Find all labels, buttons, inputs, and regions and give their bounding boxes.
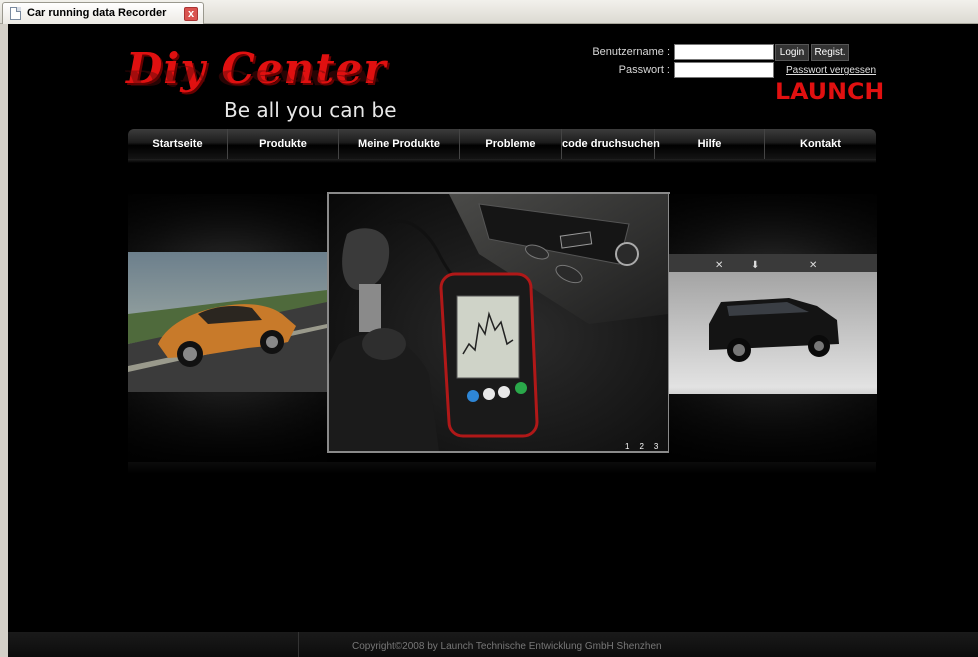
- carousel-page-2[interactable]: 2: [639, 442, 643, 451]
- username-label: Benutzername :: [592, 46, 670, 58]
- nav-item-code-druchsuchen[interactable]: code druchsuchen: [562, 129, 660, 159]
- nav-item-probleme[interactable]: Probleme: [460, 129, 562, 159]
- tab-title: Car running data Recorder: [27, 7, 167, 19]
- suv-image: ✕ ⬇ ✕: [669, 194, 877, 462]
- password-input[interactable]: [674, 62, 774, 78]
- carousel-slide-center[interactable]: 1 2 3: [327, 192, 670, 453]
- login-button[interactable]: Login: [775, 44, 809, 61]
- image-carousel: 1 2 3: [128, 184, 877, 474]
- carousel-pager: 1 2 3: [625, 442, 658, 451]
- carousel-page-3[interactable]: 3: [654, 442, 658, 451]
- nav-shadow: [128, 159, 876, 163]
- carousel-page-1[interactable]: 1: [625, 442, 629, 451]
- sports-car-image: [128, 194, 327, 462]
- password-label: Passwort :: [618, 64, 670, 76]
- page-footer: Copyright©2008 by Launch Technische Entw…: [8, 632, 978, 657]
- register-button[interactable]: Regist.: [811, 44, 849, 61]
- nav-item-produkte[interactable]: Produkte: [228, 129, 339, 159]
- diy-center-logo[interactable]: Diy Center Diy Center Be all you can be: [126, 44, 397, 136]
- carousel-slide-right[interactable]: ✕ ⬇ ✕: [669, 194, 877, 462]
- username-input[interactable]: [674, 44, 774, 60]
- carousel-slide-left[interactable]: [128, 194, 327, 462]
- login-form: Benutzername : Passwort : Login Regist. …: [568, 44, 978, 140]
- launch-logo[interactable]: LAUNCH: [775, 80, 884, 105]
- logo-reflection: Diy Center: [126, 65, 377, 91]
- code-reader-in-car-image: [329, 194, 668, 451]
- document-icon: [10, 7, 21, 20]
- forgot-password-link[interactable]: Passwort vergessen: [786, 65, 876, 76]
- web-page: Diy Center Diy Center Be all you can be …: [8, 24, 978, 657]
- main-navigation: Startseite Produkte Meine Produkte Probl…: [128, 129, 876, 159]
- close-tab-icon[interactable]: x: [184, 7, 198, 21]
- footer-divider: [298, 632, 299, 657]
- copyright-text: Copyright©2008 by Launch Technische Entw…: [352, 641, 662, 652]
- carousel-floor: [128, 462, 876, 474]
- nav-item-startseite[interactable]: Startseite: [128, 129, 228, 159]
- browser-tab-bar: Car running data Recorder x: [0, 0, 978, 24]
- nav-item-meine-produkte[interactable]: Meine Produkte: [339, 129, 460, 159]
- browser-tab[interactable]: Car running data Recorder x: [2, 2, 204, 24]
- nav-item-hilfe[interactable]: Hilfe: [655, 129, 765, 159]
- logo-tagline: Be all you can be: [224, 98, 397, 122]
- nav-item-kontakt[interactable]: Kontakt: [765, 129, 876, 159]
